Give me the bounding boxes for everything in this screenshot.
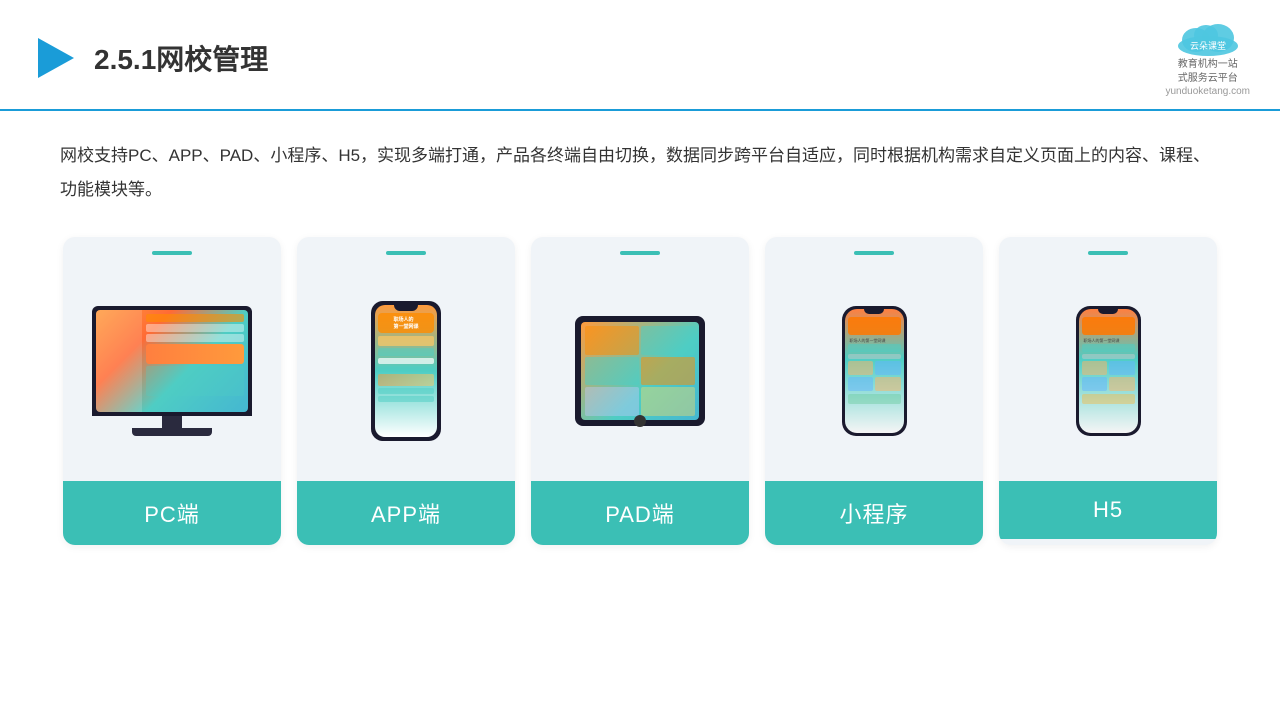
h5-image-area: 职场人的第一堂网课 <box>999 261 1217 481</box>
logo-icon: 云朵课堂 <box>1168 18 1248 58</box>
logo-url: yunduoketang.com <box>1165 86 1250 97</box>
tablet-mockup <box>575 316 705 426</box>
miniapp-image-area: 职场人的第一堂网课 <box>765 261 983 481</box>
card-accent-line <box>620 251 660 255</box>
tablet-screen <box>581 322 699 420</box>
logo-area: 云朵课堂 教育机构一站式服务云平台 yunduoketang.com <box>1165 18 1250 97</box>
card-pad: PAD端 <box>531 237 749 545</box>
pc-mockup <box>92 306 252 436</box>
logo-tagline: 教育机构一站式服务云平台 <box>1178 58 1238 86</box>
card-label-pad: PAD端 <box>531 481 749 545</box>
pc-image-area <box>63 261 281 481</box>
card-label-h5: H5 <box>999 481 1217 539</box>
card-accent-line <box>152 251 192 255</box>
header: 2.5.1网校管理 云朵课堂 教育机构一站式服务云平台 yunduoketang… <box>0 0 1280 111</box>
pad-image-area <box>531 261 749 481</box>
pc-screen <box>96 310 248 412</box>
card-label-app: APP端 <box>297 481 515 545</box>
cards-container: PC端 职场人的第一堂网课 <box>60 237 1220 545</box>
card-app: 职场人的第一堂网课 APP端 <box>297 237 515 545</box>
h5-phone-mockup: 职场人的第一堂网课 <box>1076 306 1141 436</box>
card-miniapp: 职场人的第一堂网课 小程序 <box>765 237 983 545</box>
card-h5: 职场人的第一堂网课 H5 <box>999 237 1217 545</box>
header-left: 2.5.1网校管理 <box>30 34 268 82</box>
play-icon <box>30 34 78 82</box>
page-title: 2.5.1网校管理 <box>94 38 268 78</box>
card-label-pc: PC端 <box>63 481 281 545</box>
phone-small-screen: 职场人的第一堂网课 <box>845 309 904 433</box>
card-accent-line <box>386 251 426 255</box>
card-accent-line <box>854 251 894 255</box>
svg-text:云朵课堂: 云朵课堂 <box>1190 40 1226 51</box>
phone-screen: 职场人的第一堂网课 <box>375 305 437 437</box>
description-text: 网校支持PC、APP、PAD、小程序、H5，实现多端打通，产品各终端自由切换，数… <box>60 139 1220 207</box>
card-pc: PC端 <box>63 237 281 545</box>
phone-small-mockup: 职场人的第一堂网课 <box>842 306 907 436</box>
main-content: 网校支持PC、APP、PAD、小程序、H5，实现多端打通，产品各终端自由切换，数… <box>0 111 1280 565</box>
pc-monitor <box>92 306 252 416</box>
h5-phone-screen: 职场人的第一堂网课 <box>1079 309 1138 433</box>
card-accent-line <box>1088 251 1128 255</box>
card-label-miniapp: 小程序 <box>765 481 983 545</box>
phone-mockup: 职场人的第一堂网课 <box>371 301 441 441</box>
app-image-area: 职场人的第一堂网课 <box>297 261 515 481</box>
